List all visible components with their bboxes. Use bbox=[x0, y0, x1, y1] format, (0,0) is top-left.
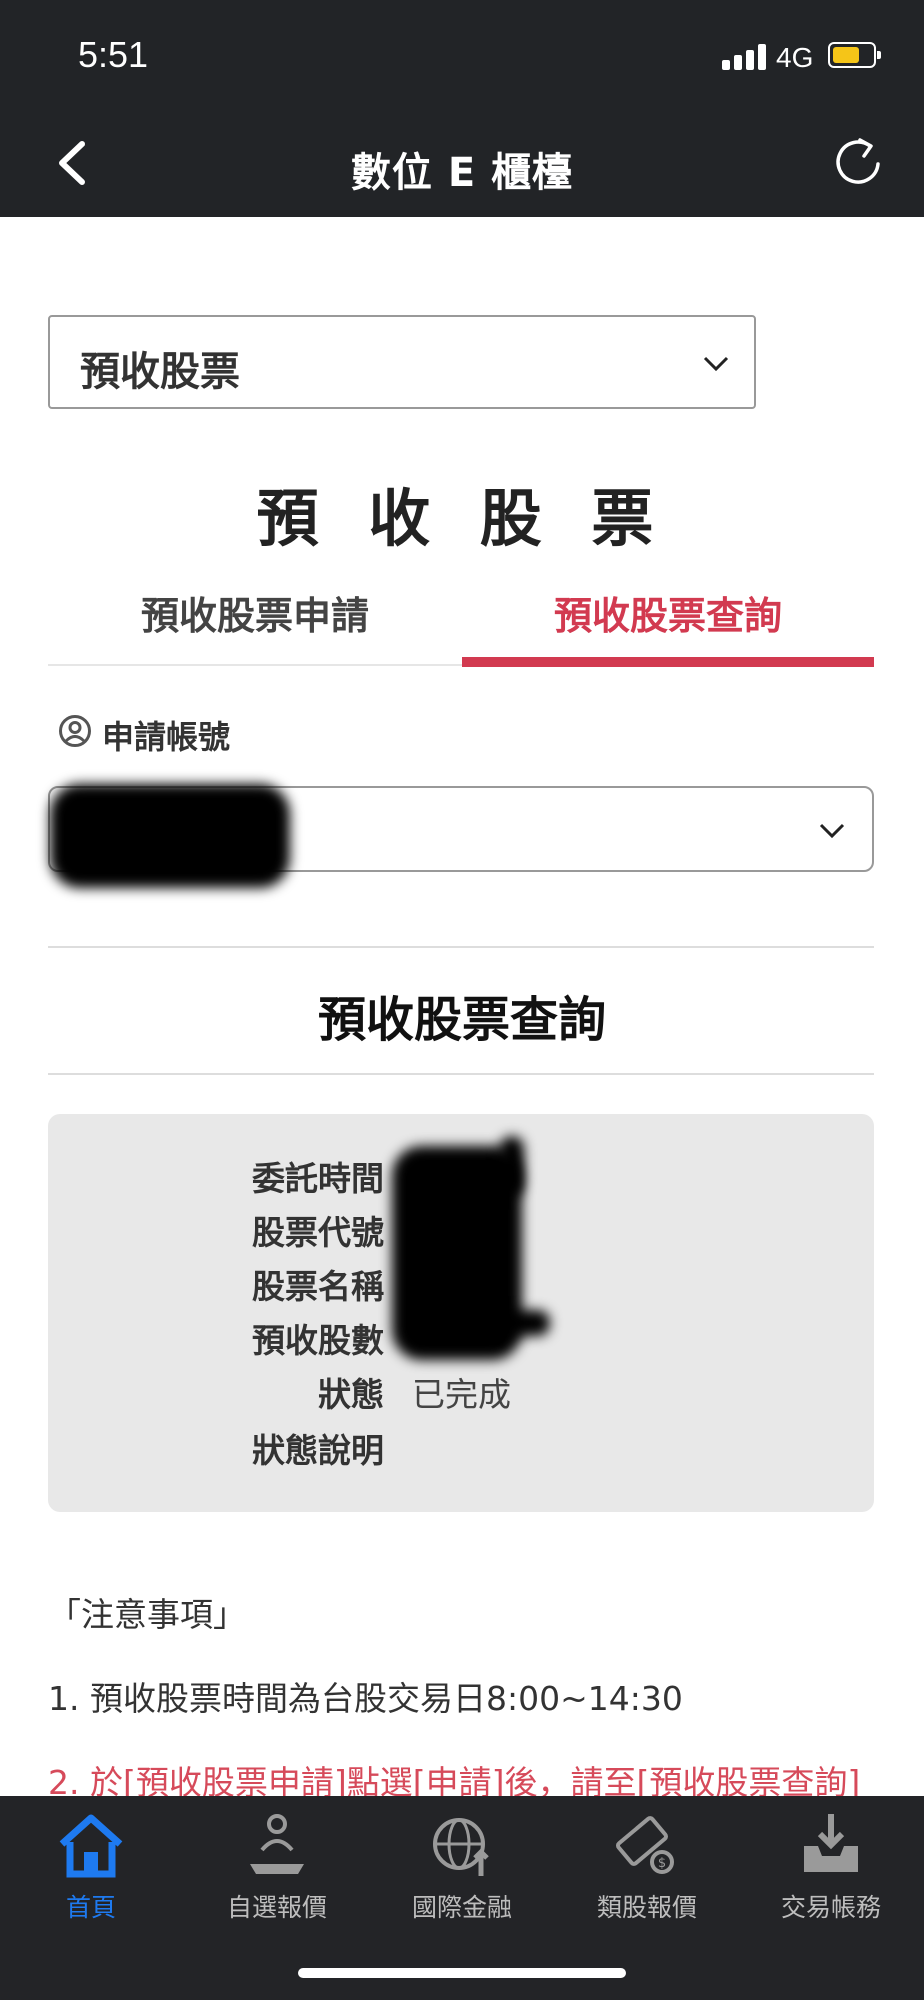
field-shares-label: 預收股數 bbox=[252, 1321, 384, 1360]
tabbar-label: 自選報價 bbox=[226, 1893, 327, 1922]
tabbar-item-sector[interactable]: $ 類股報價 bbox=[572, 1804, 722, 1922]
divider bbox=[48, 946, 874, 948]
network-type: 4G bbox=[776, 42, 814, 73]
account-label: 申請帳號 bbox=[102, 718, 231, 756]
service-select-value: 預收股票 bbox=[80, 349, 240, 395]
field-status-label: 狀態 bbox=[318, 1375, 384, 1414]
tabbar-label: 交易帳務 bbox=[780, 1893, 881, 1922]
redacted-account-number bbox=[50, 784, 290, 888]
home-icon bbox=[59, 1814, 123, 1878]
nav-bar: 數位 E 櫃檯 bbox=[0, 110, 924, 217]
signal-icon bbox=[722, 44, 766, 70]
redacted-result-values bbox=[500, 1136, 524, 1196]
notes-heading: 「注意事項」 bbox=[48, 1595, 246, 1634]
tabbar-label: 類股報價 bbox=[596, 1893, 697, 1922]
tabbar-label: 國際金融 bbox=[411, 1893, 512, 1922]
chevron-down-icon bbox=[819, 823, 845, 839]
battery-icon bbox=[828, 42, 881, 68]
tabbar-item-home[interactable]: 首頁 bbox=[16, 1804, 166, 1922]
divider bbox=[48, 1073, 874, 1075]
tabbar-item-watchlist[interactable]: 自選報價 bbox=[202, 1804, 352, 1922]
status-bar: 5:51 4G bbox=[0, 0, 924, 110]
home-indicator bbox=[298, 1968, 626, 1978]
nav-title: 數位 E 櫃檯 bbox=[350, 150, 574, 196]
tab-apply[interactable]: 預收股票申請 bbox=[48, 585, 462, 640]
redacted-result-values bbox=[500, 1310, 550, 1336]
field-status-value: 已完成 bbox=[412, 1375, 511, 1414]
tab-query[interactable]: 預收股票查詢 bbox=[462, 585, 874, 640]
service-select[interactable]: 預收股票 bbox=[48, 315, 756, 409]
tabbar-item-account[interactable]: 交易帳務 bbox=[756, 1804, 906, 1922]
film-coin-icon: $ bbox=[616, 1816, 674, 1874]
note-item: 1. 預收股票時間為台股交易日8:00~14:30 bbox=[48, 1679, 683, 1718]
field-status-desc-label: 狀態說明 bbox=[252, 1431, 384, 1470]
page-title: 預 收 股 票 bbox=[256, 482, 668, 555]
globe-icon bbox=[433, 1818, 489, 1876]
tabbar-item-international[interactable]: 國際金融 bbox=[387, 1804, 537, 1922]
chevron-down-icon bbox=[703, 356, 729, 372]
tabbar-label: 首頁 bbox=[65, 1893, 116, 1922]
refresh-icon[interactable] bbox=[830, 134, 886, 190]
svg-text:$: $ bbox=[658, 1856, 666, 1871]
user-circle-icon bbox=[59, 715, 91, 747]
field-order-time-label: 委託時間 bbox=[252, 1159, 384, 1198]
field-stock-code-label: 股票代號 bbox=[252, 1213, 384, 1252]
active-tab-indicator bbox=[462, 657, 874, 667]
status-time: 5:51 bbox=[78, 34, 149, 75]
field-stock-name-label: 股票名稱 bbox=[252, 1267, 384, 1306]
person-desk-icon bbox=[250, 1814, 304, 1874]
inbox-download-icon bbox=[804, 1814, 858, 1872]
section-title: 預收股票查詢 bbox=[317, 992, 606, 1048]
